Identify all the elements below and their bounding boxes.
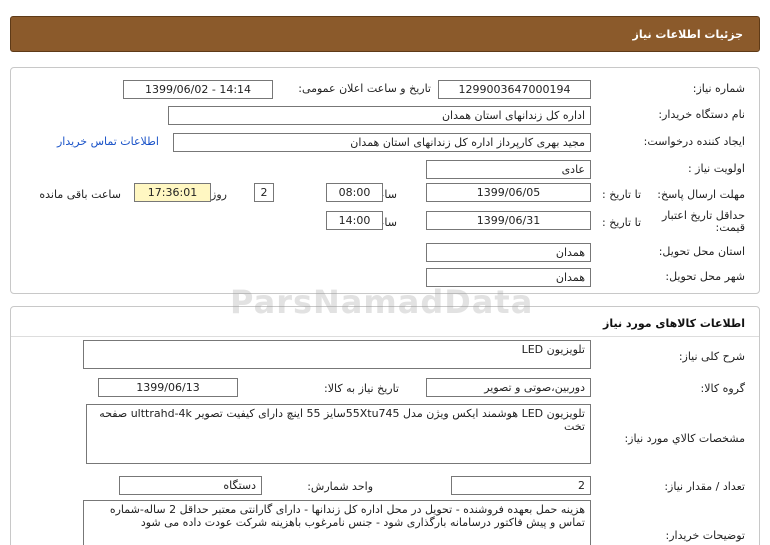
- unit-label: واحد شمارش:: [307, 480, 373, 493]
- specs-field: تلویزیون LED هوشمند ایکس ویژن مدل 55Xtu7…: [86, 404, 591, 464]
- buyer-label: نام دستگاه خریدار:: [658, 108, 745, 121]
- unit-field: دستگاه: [119, 476, 262, 495]
- validity-to-label: تا تاریخ :: [602, 216, 641, 229]
- validity-time-field: 14:00: [326, 211, 383, 230]
- announce-date-label: تاریخ و ساعت اعلان عمومی:: [298, 82, 431, 95]
- summary-label: شرح کلی نیاز:: [678, 350, 745, 363]
- deadline-date-field: 1399/06/05: [426, 183, 591, 202]
- province-label: استان محل تحویل:: [658, 245, 745, 258]
- city-label: شهر محل تحویل:: [665, 270, 745, 283]
- need-date-field: 1399/06/13: [98, 378, 238, 397]
- section-divider: [11, 336, 759, 337]
- remaining-time-field: 17:36:01: [134, 183, 211, 202]
- specs-label: مشخصات کالاي مورد نياز:: [624, 432, 745, 445]
- need-number-label: شماره نیاز:: [692, 82, 745, 95]
- buyer-notes-field: هزینه حمل بعهده فروشنده - تحویل در محل ا…: [83, 500, 591, 545]
- remaining-time-label: ساعت باقی مانده: [39, 188, 121, 201]
- validity-label-line2: قیمت:: [715, 221, 745, 234]
- province-field: همدان: [426, 243, 591, 262]
- remaining-days-field: 2: [254, 183, 274, 202]
- goods-panel: اطلاعات کالاهای مورد نیاز شرح کلی نیاز: …: [10, 306, 760, 545]
- creator-field: مجید بهری کارپرداز اداره کل زندانهای است…: [173, 133, 591, 152]
- need-date-label: تاریخ نیاز به کالا:: [324, 382, 399, 395]
- creator-label: ایجاد کننده درخواست:: [643, 135, 745, 148]
- buyer-notes-label: توضیحات خریدار:: [665, 529, 746, 542]
- buyer-field: اداره کل زندانهای استان همدان: [168, 106, 591, 125]
- watermark-text: ParsNamadData: [230, 283, 534, 321]
- goods-group-field: دوربین،صوتی و تصویر: [426, 378, 591, 397]
- announce-date-field: 1399/06/02 - 14:14: [123, 80, 273, 99]
- count-field: 2: [451, 476, 591, 495]
- page-header: جزئیات اطلاعات نیاز: [10, 16, 760, 52]
- goods-section-title: اطلاعات کالاهای مورد نیاز: [603, 317, 745, 330]
- need-number-field: 1299003647000194: [438, 80, 591, 99]
- priority-field: عادی: [426, 160, 591, 179]
- goods-group-label: گروه کالا:: [700, 382, 745, 395]
- buyer-contact-link[interactable]: اطلاعات تماس خریدار: [57, 135, 159, 148]
- summary-field: تلویزیون LED: [83, 340, 591, 369]
- priority-label: اولویت نیاز :: [687, 162, 745, 175]
- count-label: تعداد / مقدار نیاز:: [664, 480, 745, 493]
- page-title: جزئیات اطلاعات نیاز: [632, 28, 744, 41]
- details-panel: شماره نیاز: 1299003647000194 تاریخ و ساع…: [10, 67, 760, 294]
- deadline-time-field: 08:00: [326, 183, 383, 202]
- deadline-label: مهلت ارسال پاسخ:: [657, 188, 745, 201]
- validity-date-field: 1399/06/31: [426, 211, 591, 230]
- deadline-to-label: تا تاریخ :: [602, 188, 641, 201]
